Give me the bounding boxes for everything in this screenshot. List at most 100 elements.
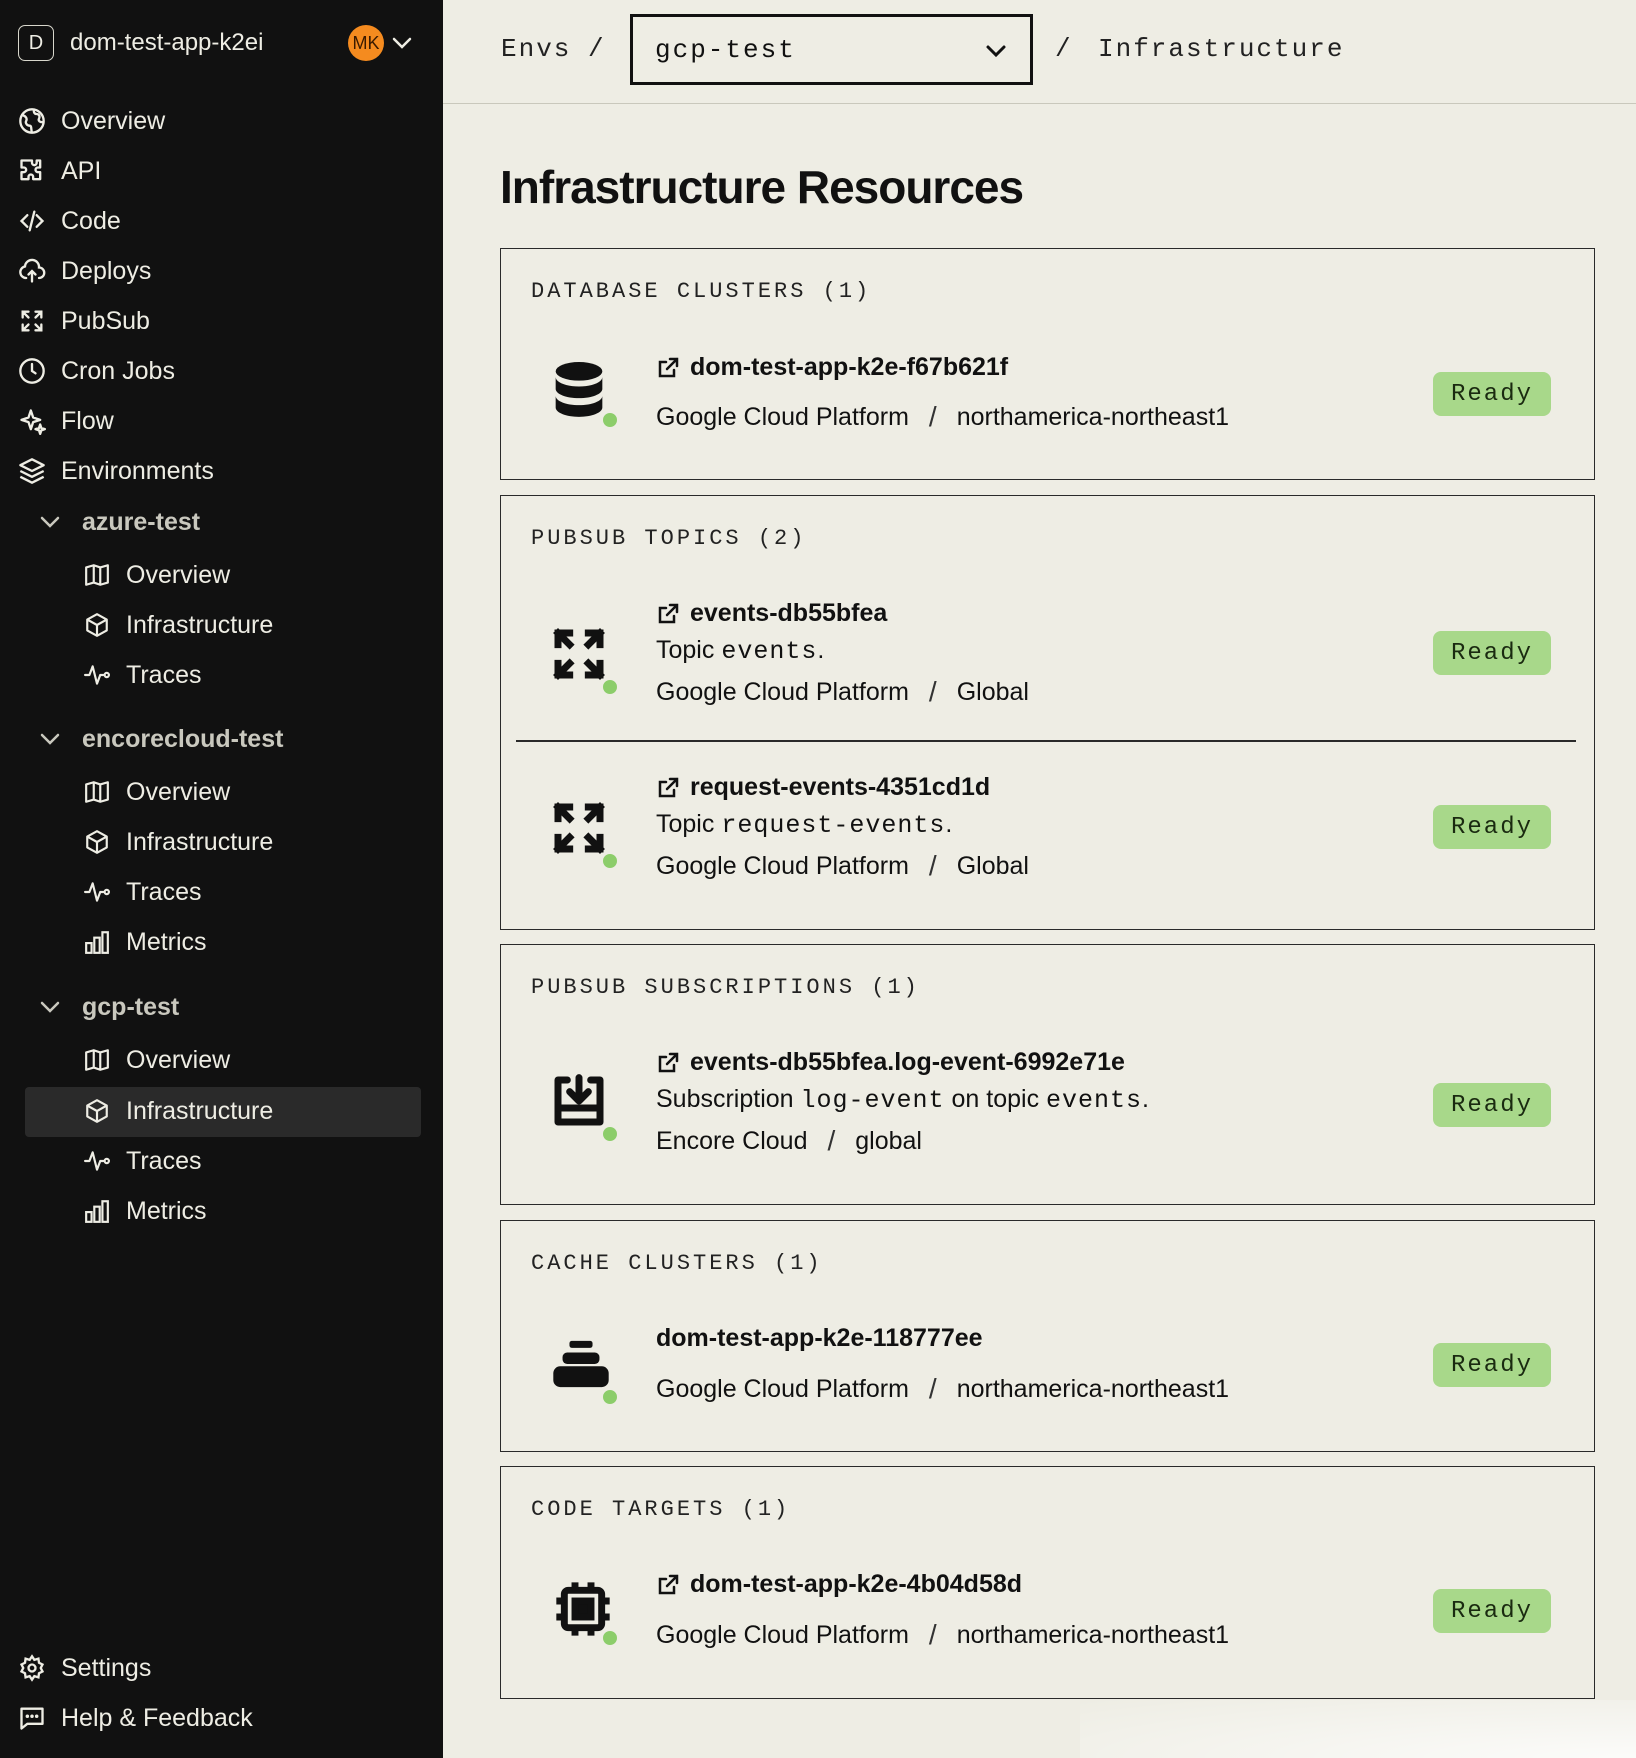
- status-badge: Ready: [1433, 631, 1551, 675]
- subscription-code: log-event: [800, 1086, 945, 1115]
- desc-text: on topic: [951, 1085, 1040, 1113]
- encorecloud-overview[interactable]: Overview: [84, 772, 230, 812]
- clock-icon: [18, 357, 46, 385]
- help-icon: [18, 1704, 46, 1732]
- nav-pubsub[interactable]: PubSub: [18, 301, 150, 341]
- separator: /: [928, 1619, 937, 1650]
- encorecloud-infrastructure[interactable]: Infrastructure: [84, 822, 273, 862]
- app-switcher[interactable]: D dom-test-app-k2ei MK: [18, 24, 418, 62]
- gcp-metrics[interactable]: Metrics: [84, 1191, 207, 1231]
- nav-environments[interactable]: Environments: [18, 451, 214, 491]
- env-group-encorecloud-test[interactable]: encorecloud-test: [38, 719, 283, 759]
- sub-label: Overview: [126, 560, 231, 589]
- env-group-gcp-test[interactable]: gcp-test: [38, 987, 179, 1027]
- external-link-icon: [656, 602, 680, 626]
- nav-cron-jobs[interactable]: Cron Jobs: [18, 351, 175, 391]
- cache-icon: [551, 1336, 621, 1406]
- resource-name: dom-test-app-k2e-f67b621f: [690, 353, 1009, 381]
- bar-chart-icon: [84, 1198, 110, 1224]
- breadcrumb-envs[interactable]: Envs: [501, 34, 571, 64]
- env-group-azure-test[interactable]: azure-test: [38, 502, 200, 542]
- sub-label: Traces: [126, 1146, 202, 1175]
- resource-name: dom-test-app-k2e-4b04d58d: [690, 1570, 1023, 1598]
- sidebar: D dom-test-app-k2ei MK Overview API Code…: [0, 0, 443, 1758]
- nav-deploys[interactable]: Deploys: [18, 251, 151, 291]
- encorecloud-traces[interactable]: Traces: [84, 872, 201, 912]
- avatar[interactable]: MK: [348, 25, 384, 61]
- resource-location: Google Cloud Platform / northamerica-nor…: [656, 1619, 1229, 1651]
- resource-location: Encore Cloud / global: [656, 1125, 922, 1157]
- separator: /: [928, 401, 937, 432]
- chevron-down-icon: [38, 727, 62, 751]
- provider: Google Cloud Platform: [656, 1374, 909, 1403]
- external-link-icon: [656, 776, 680, 800]
- nav-flow[interactable]: Flow: [18, 401, 114, 441]
- azure-overview[interactable]: Overview: [84, 555, 230, 595]
- region: Global: [956, 677, 1029, 706]
- external-link-icon: [656, 1573, 680, 1597]
- azure-traces[interactable]: Traces: [84, 655, 201, 695]
- row-divider: [516, 740, 1576, 742]
- nav-code[interactable]: Code: [18, 201, 121, 241]
- resource-link[interactable]: dom-test-app-k2e-4b04d58d: [656, 1570, 1022, 1599]
- section-title: CACHE CLUSTERS (1): [531, 1251, 823, 1276]
- desc-suffix: .: [817, 636, 825, 664]
- cube-icon: [84, 1098, 110, 1124]
- provider: Google Cloud Platform: [656, 1620, 909, 1649]
- cache-clusters-card: CACHE CLUSTERS (1) dom-test-app-k2e-1187…: [500, 1220, 1595, 1452]
- provider: Google Cloud Platform: [656, 677, 909, 706]
- azure-infrastructure[interactable]: Infrastructure: [84, 605, 273, 645]
- nav-flow-label: Flow: [61, 406, 114, 435]
- gcp-traces[interactable]: Traces: [84, 1141, 201, 1181]
- sub-label: Overview: [126, 1045, 231, 1074]
- status-badge: Ready: [1433, 1343, 1551, 1387]
- topic-code: events: [721, 637, 818, 666]
- upload-cloud-icon: [18, 257, 46, 285]
- resource-link[interactable]: events-db55bfea.log-event-6992e71e: [656, 1048, 1125, 1077]
- env-select[interactable]: gcp-test: [630, 14, 1033, 85]
- nav-overview-label: Overview: [61, 106, 166, 135]
- layers-icon: [18, 457, 46, 485]
- nav-overview[interactable]: Overview: [18, 101, 165, 141]
- sub-label: Infrastructure: [126, 610, 274, 639]
- region: northamerica-northeast1: [956, 1374, 1230, 1403]
- status-dot: [601, 852, 619, 870]
- resource-link[interactable]: request-events-4351cd1d: [656, 773, 990, 802]
- external-link-icon: [656, 1051, 680, 1075]
- env-name: azure-test: [82, 507, 201, 536]
- nav-help[interactable]: Help & Feedback: [18, 1698, 253, 1738]
- sub-label: Traces: [126, 660, 202, 689]
- sub-label: Infrastructure: [126, 1096, 274, 1125]
- nav-code-label: Code: [61, 206, 121, 235]
- bar-chart-icon: [84, 929, 110, 955]
- status-dot: [601, 1629, 619, 1647]
- desc-suffix: .: [945, 810, 953, 838]
- provider: Encore Cloud: [656, 1126, 808, 1155]
- nav-api[interactable]: API: [18, 151, 101, 191]
- topic-code: request-events: [721, 811, 946, 840]
- pubsub-icon: [18, 307, 46, 335]
- gcp-infrastructure[interactable]: Infrastructure: [84, 1091, 273, 1131]
- nav-pubsub-label: PubSub: [61, 306, 150, 335]
- separator: /: [928, 676, 937, 707]
- app-badge: D: [18, 25, 54, 61]
- chevron-down-icon[interactable]: [390, 31, 414, 60]
- status-badge: Ready: [1433, 805, 1551, 849]
- section-title: DATABASE CLUSTERS (1): [531, 279, 872, 304]
- region: global: [855, 1126, 922, 1155]
- desc-suffix: .: [1142, 1085, 1149, 1113]
- resource-link[interactable]: events-db55bfea: [656, 599, 887, 628]
- provider: Google Cloud Platform: [656, 851, 909, 880]
- page-title: Infrastructure Resources: [500, 161, 1024, 213]
- map-icon: [84, 562, 110, 588]
- sub-label: Infrastructure: [126, 827, 274, 856]
- encorecloud-metrics[interactable]: Metrics: [84, 922, 207, 962]
- region: northamerica-northeast1: [956, 402, 1230, 431]
- region: Global: [956, 851, 1029, 880]
- gcp-overview[interactable]: Overview: [84, 1040, 230, 1080]
- status-badge: Ready: [1433, 1589, 1551, 1633]
- cube-icon: [84, 829, 110, 855]
- resource-name: request-events-4351cd1d: [690, 773, 991, 801]
- resource-link[interactable]: dom-test-app-k2e-f67b621f: [656, 353, 1008, 382]
- nav-settings[interactable]: Settings: [18, 1648, 151, 1688]
